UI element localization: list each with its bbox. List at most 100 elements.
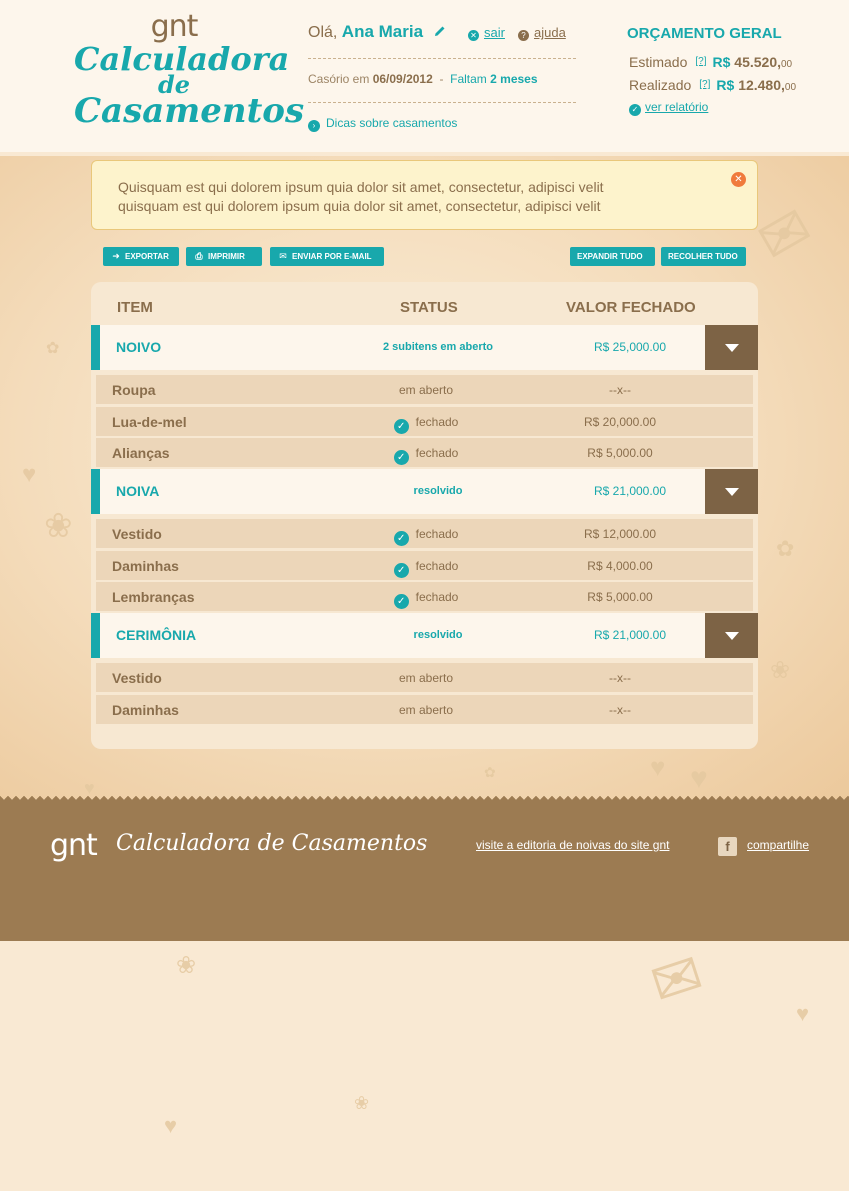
item-status-label: fechado <box>415 559 459 573</box>
category-value: R$ 21,000.00 <box>593 484 667 498</box>
heart-decoration-icon: ♥ <box>690 762 708 795</box>
estimated-label: Estimado <box>629 54 688 70</box>
footer-gnt-logo[interactable]: gnt <box>50 828 98 863</box>
export-label: EXPORTAR <box>125 252 169 261</box>
realized-help[interactable]: [?] <box>699 79 710 90</box>
estimated-help[interactable]: [?] <box>695 56 706 67</box>
report-link[interactable]: ✓ ver relatório <box>629 100 708 116</box>
category-status: resolvido <box>413 485 463 497</box>
column-header-value: VALOR FECHADO <box>566 299 696 316</box>
email-button[interactable]: ✉ ENVIAR POR E-MAIL <box>270 247 384 266</box>
share-link[interactable]: compartilhe <box>747 838 809 852</box>
check-circle-icon: ✓ <box>393 594 409 609</box>
chevron-down-icon[interactable] <box>705 469 758 514</box>
check-circle-icon: ✓ <box>393 531 409 546</box>
alert-line-1: Quisquam est qui dolorem ipsum quia dolo… <box>118 179 604 195</box>
flower-decoration-icon: ✿ <box>484 764 496 780</box>
table-row[interactable]: Vestido em aberto --x-- <box>96 663 753 692</box>
item-value: --x-- <box>609 671 631 685</box>
chevron-down-icon[interactable] <box>705 325 758 370</box>
category-value: R$ 21,000.00 <box>593 628 667 642</box>
item-status-label: fechado <box>415 415 459 429</box>
wedding-prefix: Casório em <box>308 72 370 86</box>
heart-decoration-icon: ♥ <box>22 461 37 488</box>
item-name: Daminhas <box>112 702 179 718</box>
print-button[interactable]: ⎙ IMPRIMIR <box>186 247 262 266</box>
category-status: resolvido <box>413 629 463 641</box>
table-row[interactable]: Alianças ✓ fechado R$ 5,000.00 <box>96 438 753 467</box>
help-label: ajuda <box>534 25 566 40</box>
realized-cents: 00 <box>784 82 797 93</box>
greeting-text: Olá, <box>308 24 338 41</box>
item-value: --x-- <box>609 383 631 397</box>
info-alert: Quisquam est qui dolorem ipsum quia dolo… <box>91 160 758 230</box>
table-row[interactable]: Daminhas ✓ fechado R$ 4,000.00 <box>96 551 753 580</box>
item-status-label: em aberto <box>398 703 454 717</box>
close-icon[interactable]: ✕ <box>731 172 746 187</box>
pencil-icon[interactable] <box>434 24 446 42</box>
category-row[interactable]: NOIVA resolvido R$ 21,000.00 <box>91 469 758 514</box>
heart-decoration-icon: ♥ <box>650 752 666 782</box>
chevron-down-icon[interactable] <box>705 613 758 658</box>
facebook-icon[interactable]: f <box>718 837 737 856</box>
category-row[interactable]: NOIVO 2 subitens em aberto R$ 25,000.00 <box>91 325 758 370</box>
item-status: ✓ fechado <box>326 559 526 578</box>
item-status-label: fechado <box>415 446 459 460</box>
collapse-all-button[interactable]: RECOLHER TUDO <box>661 247 746 266</box>
export-button[interactable]: ➜ EXPORTAR <box>103 247 179 266</box>
category-row[interactable]: CERIMÔNIA resolvido R$ 21,000.00 <box>91 613 758 658</box>
item-value: R$ 12,000.00 <box>583 527 657 541</box>
wedding-date: 06/09/2012 <box>372 72 433 86</box>
app-logo[interactable]: gnt Calculadora de Casamentos <box>74 12 305 132</box>
category-value: R$ 25,000.00 <box>593 340 667 354</box>
close-circle-icon: ✕ <box>468 30 479 41</box>
budget-estimated: Estimado [?] R$ 45.520,00 <box>629 54 792 70</box>
editorial-link[interactable]: visite a editoria de noivas do site gnt <box>476 838 669 852</box>
page-background: ❀ ✉ ♥ ❀ ♥ <box>0 939 849 1191</box>
budget-realized: Realizado [?] R$ 12.480,00 <box>629 77 796 93</box>
heart-decoration-icon: ♥ <box>796 1001 810 1026</box>
item-status: ✓ fechado <box>326 446 526 465</box>
item-status-label: fechado <box>415 527 459 541</box>
logo-line-3: Casamentos <box>74 91 305 131</box>
item-status: ✓ fechado <box>326 590 526 609</box>
help-link[interactable]: ? ajuda <box>518 25 566 41</box>
print-label: IMPRIMIR <box>208 252 245 261</box>
logout-link[interactable]: ✕ sair <box>468 25 505 41</box>
item-name: Roupa <box>112 382 156 398</box>
realized-value: 12.480, <box>738 77 785 93</box>
report-label: ver relatório <box>645 100 709 114</box>
estimated-cents: 00 <box>781 59 793 70</box>
tips-label: Dicas sobre casamentos <box>326 116 458 130</box>
expand-all-button[interactable]: EXPANDIR TUDO <box>570 247 655 266</box>
estimated-value: 45.520, <box>734 54 781 70</box>
alert-line-2: quisquam est qui dolorem ipsum quia dolo… <box>118 198 601 214</box>
user-greeting: Olá, Ana Maria <box>308 22 446 42</box>
wedding-info: Casório em 06/09/2012 - Faltam 2 meses <box>308 72 538 86</box>
footer-title: Calculadora de Casamentos <box>116 831 428 856</box>
check-circle-icon: ✓ <box>393 419 409 434</box>
item-name: Daminhas <box>112 558 179 574</box>
table-row[interactable]: Vestido ✓ fechado R$ 12,000.00 <box>96 519 753 548</box>
check-circle-icon: ✓ <box>393 450 409 465</box>
table-row[interactable]: Roupa em aberto --x-- <box>96 375 753 404</box>
table-row[interactable]: Daminhas em aberto --x-- <box>96 695 753 724</box>
divider <box>308 102 576 103</box>
item-value: R$ 5,000.00 <box>587 446 653 460</box>
arrow-right-icon: ➜ <box>112 251 120 261</box>
item-name: Lua-de-mel <box>112 414 187 430</box>
user-name: Ana Maria <box>341 22 424 41</box>
flower-decoration-icon: ❀ <box>770 657 791 684</box>
item-status: ✓ fechado <box>326 415 526 434</box>
email-label: ENVIAR POR E-MAIL <box>292 252 372 261</box>
table-row[interactable]: Lua-de-mel ✓ fechado R$ 20,000.00 <box>96 407 753 436</box>
table-row[interactable]: Lembranças ✓ fechado R$ 5,000.00 <box>96 582 753 611</box>
tips-link[interactable]: › Dicas sobre casamentos <box>308 116 457 132</box>
category-status: 2 subitens em aberto <box>382 341 494 353</box>
flower-decoration-icon: ❀ <box>354 1093 370 1113</box>
envelope-decoration-icon: ✉ <box>642 939 712 1020</box>
flower-decoration-icon: ✿ <box>46 340 60 357</box>
item-status-label: em aberto <box>398 671 454 685</box>
item-status: em aberto <box>326 383 526 397</box>
category-name: NOIVA <box>116 483 160 499</box>
